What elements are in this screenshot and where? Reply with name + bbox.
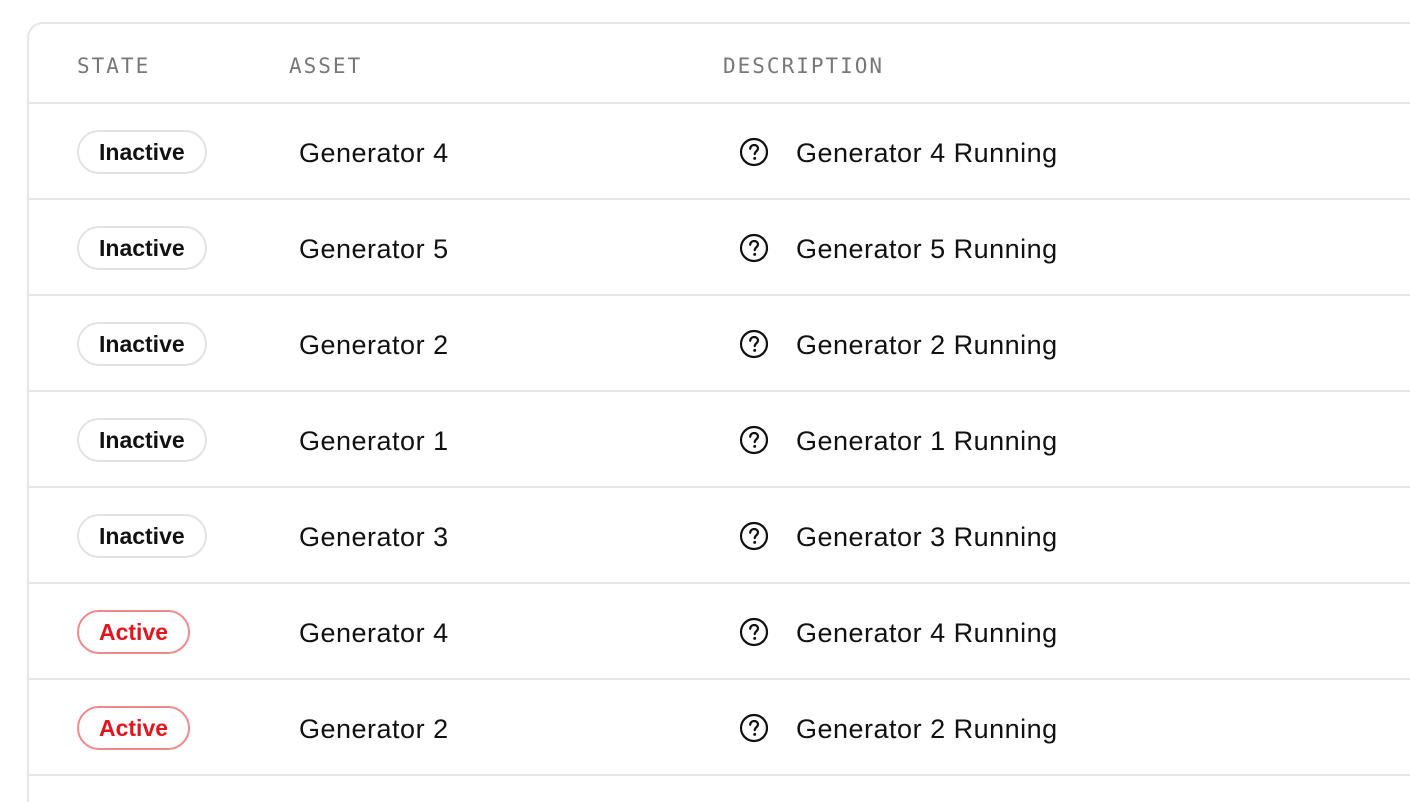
state-badge: Inactive <box>77 514 207 558</box>
asset-cell: Generator 2 <box>299 714 449 744</box>
column-header-state[interactable]: STATE <box>77 53 150 79</box>
state-badge: Inactive <box>77 130 207 174</box>
asset-cell: Generator 2 <box>299 330 449 360</box>
description-cell: Generator 3 Running <box>796 522 1058 552</box>
column-header-asset[interactable]: ASSET <box>289 53 362 79</box>
help-circle-icon[interactable] <box>738 616 770 648</box>
state-badge: Inactive <box>77 418 207 462</box>
help-circle-icon[interactable] <box>738 520 770 552</box>
help-circle-icon[interactable] <box>738 136 770 168</box>
asset-cell: Generator 3 <box>299 522 449 552</box>
asset-cell: Generator 4 <box>299 618 449 648</box>
table-row[interactable]: Inactive Generator 2 Generator 2 Running <box>29 296 1410 392</box>
description-cell: Generator 2 Running <box>796 714 1058 744</box>
help-circle-icon[interactable] <box>738 712 770 744</box>
table-row[interactable]: Inactive Generator 5 Generator 5 Running <box>29 200 1410 296</box>
help-circle-icon[interactable] <box>738 424 770 456</box>
table-header: STATE ASSET DESCRIPTION <box>29 24 1410 104</box>
description-cell: Generator 2 Running <box>796 330 1058 360</box>
table-row[interactable]: Active Generator 2 Generator 2 Running <box>29 680 1410 776</box>
help-circle-icon[interactable] <box>738 232 770 264</box>
description-cell: Generator 1 Running <box>796 426 1058 456</box>
asset-cell: Generator 4 <box>299 138 449 168</box>
table-row[interactable]: Inactive Generator 3 Generator 3 Running <box>29 488 1410 584</box>
asset-cell: Generator 5 <box>299 234 449 264</box>
asset-cell: Generator 1 <box>299 426 449 456</box>
description-cell: Generator 4 Running <box>796 618 1058 648</box>
column-header-description[interactable]: DESCRIPTION <box>723 53 884 79</box>
table-row[interactable]: Inactive Generator 4 Generator 4 Running <box>29 104 1410 200</box>
table-row[interactable]: Active Generator 4 Generator 4 Running <box>29 584 1410 680</box>
help-circle-icon[interactable] <box>738 328 770 360</box>
alarms-table: STATE ASSET DESCRIPTION Inactive Generat… <box>27 22 1410 802</box>
table-body: Inactive Generator 4 Generator 4 Running… <box>29 104 1410 776</box>
state-badge: Inactive <box>77 226 207 270</box>
description-cell: Generator 5 Running <box>796 234 1058 264</box>
table-row[interactable]: Inactive Generator 1 Generator 1 Running <box>29 392 1410 488</box>
description-cell: Generator 4 Running <box>796 138 1058 168</box>
state-badge: Inactive <box>77 322 207 366</box>
state-badge: Active <box>77 610 191 654</box>
state-badge: Active <box>77 706 191 750</box>
